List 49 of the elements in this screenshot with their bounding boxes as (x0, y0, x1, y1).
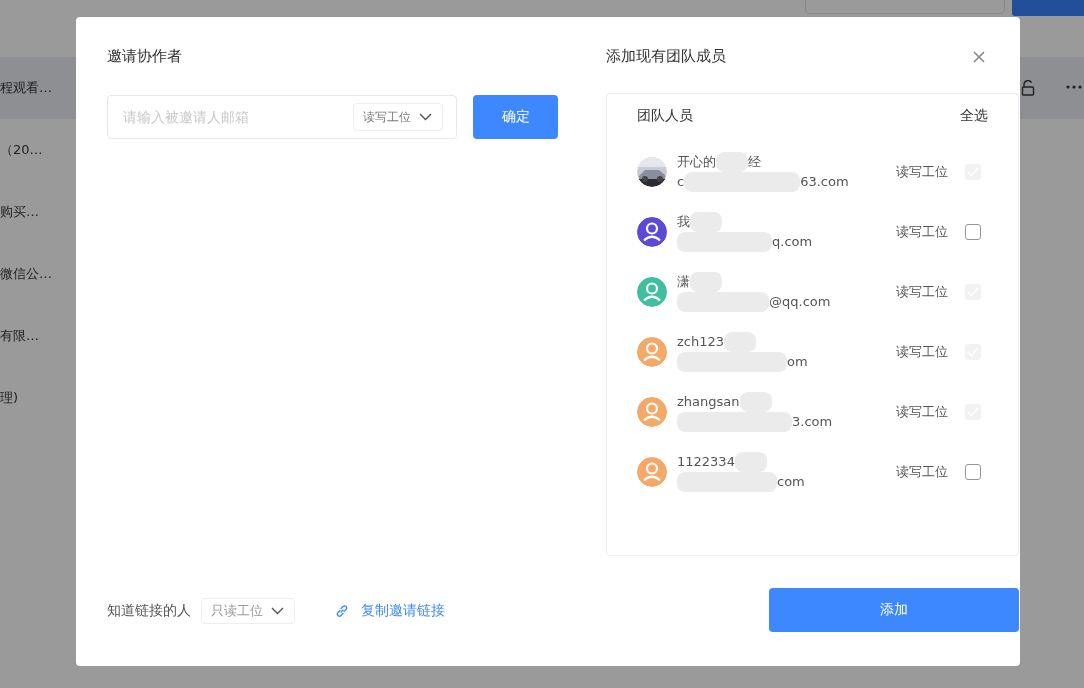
add-button[interactable]: 添加 (769, 588, 1019, 632)
link-icon (335, 604, 349, 618)
member-role: 读写工位 (896, 403, 948, 421)
project-name: （20… (0, 141, 43, 159)
list-row[interactable]: 微信公… (0, 243, 60, 305)
list-row[interactable]: （20… (0, 119, 60, 181)
chevron-down-icon (419, 113, 432, 121)
dialog-title: 添加现有团队成员 (606, 46, 726, 67)
member-email: 63.com (800, 173, 849, 191)
member-role: 读写工位 (896, 283, 948, 301)
member-checkbox[interactable] (965, 464, 981, 480)
project-name: 理) (0, 389, 19, 407)
member-name: 我 (677, 213, 690, 231)
member-name: 1122334 (677, 453, 735, 471)
list-row[interactable]: 有限… (0, 305, 60, 367)
member-checkbox[interactable] (965, 224, 981, 240)
unlock-icon[interactable] (1021, 80, 1035, 96)
member-name: 经 (748, 153, 761, 171)
project-name: 有限… (0, 327, 39, 345)
role-dropdown[interactable]: 只读工位 (201, 598, 295, 624)
member-email: com (777, 473, 805, 491)
more-icon[interactable] (1066, 85, 1082, 89)
list-row[interactable]: 购买… (0, 181, 60, 243)
member-role: 读写工位 (896, 463, 948, 481)
select-all-link[interactable]: 全选 (960, 106, 988, 124)
new-button[interactable] (1012, 0, 1084, 16)
chevron-down-icon (271, 607, 284, 615)
project-name: 购买… (0, 203, 39, 221)
member-email: 3.com (792, 413, 833, 431)
role-dropdown[interactable]: 读写工位 (353, 103, 443, 131)
member-email: @qq.com (769, 293, 831, 311)
member-name: 开心的 (677, 153, 716, 171)
member-email: q.com (772, 233, 813, 251)
member-name: 潇 (677, 273, 690, 291)
project-name: 程观看… (0, 79, 52, 97)
column-header: 团队人员 (637, 106, 693, 124)
member-email: c (677, 173, 685, 191)
list-row[interactable]: 理) (0, 367, 60, 429)
member-role: 读写工位 (896, 163, 948, 181)
project-name: 微信公… (0, 265, 52, 283)
copy-link[interactable]: 复制邀请链接 (361, 602, 445, 620)
member-name: zch123 (677, 333, 725, 351)
member-name: zhangsan (677, 393, 740, 411)
member-role: 读写工位 (896, 223, 948, 241)
confirm-button[interactable]: 确定 (473, 95, 558, 139)
member-role: 读写工位 (896, 343, 948, 361)
dialog-title: 邀请协作者 (107, 46, 182, 67)
member-email: om (787, 353, 808, 371)
link-label: 知道链接的人 (107, 602, 191, 620)
